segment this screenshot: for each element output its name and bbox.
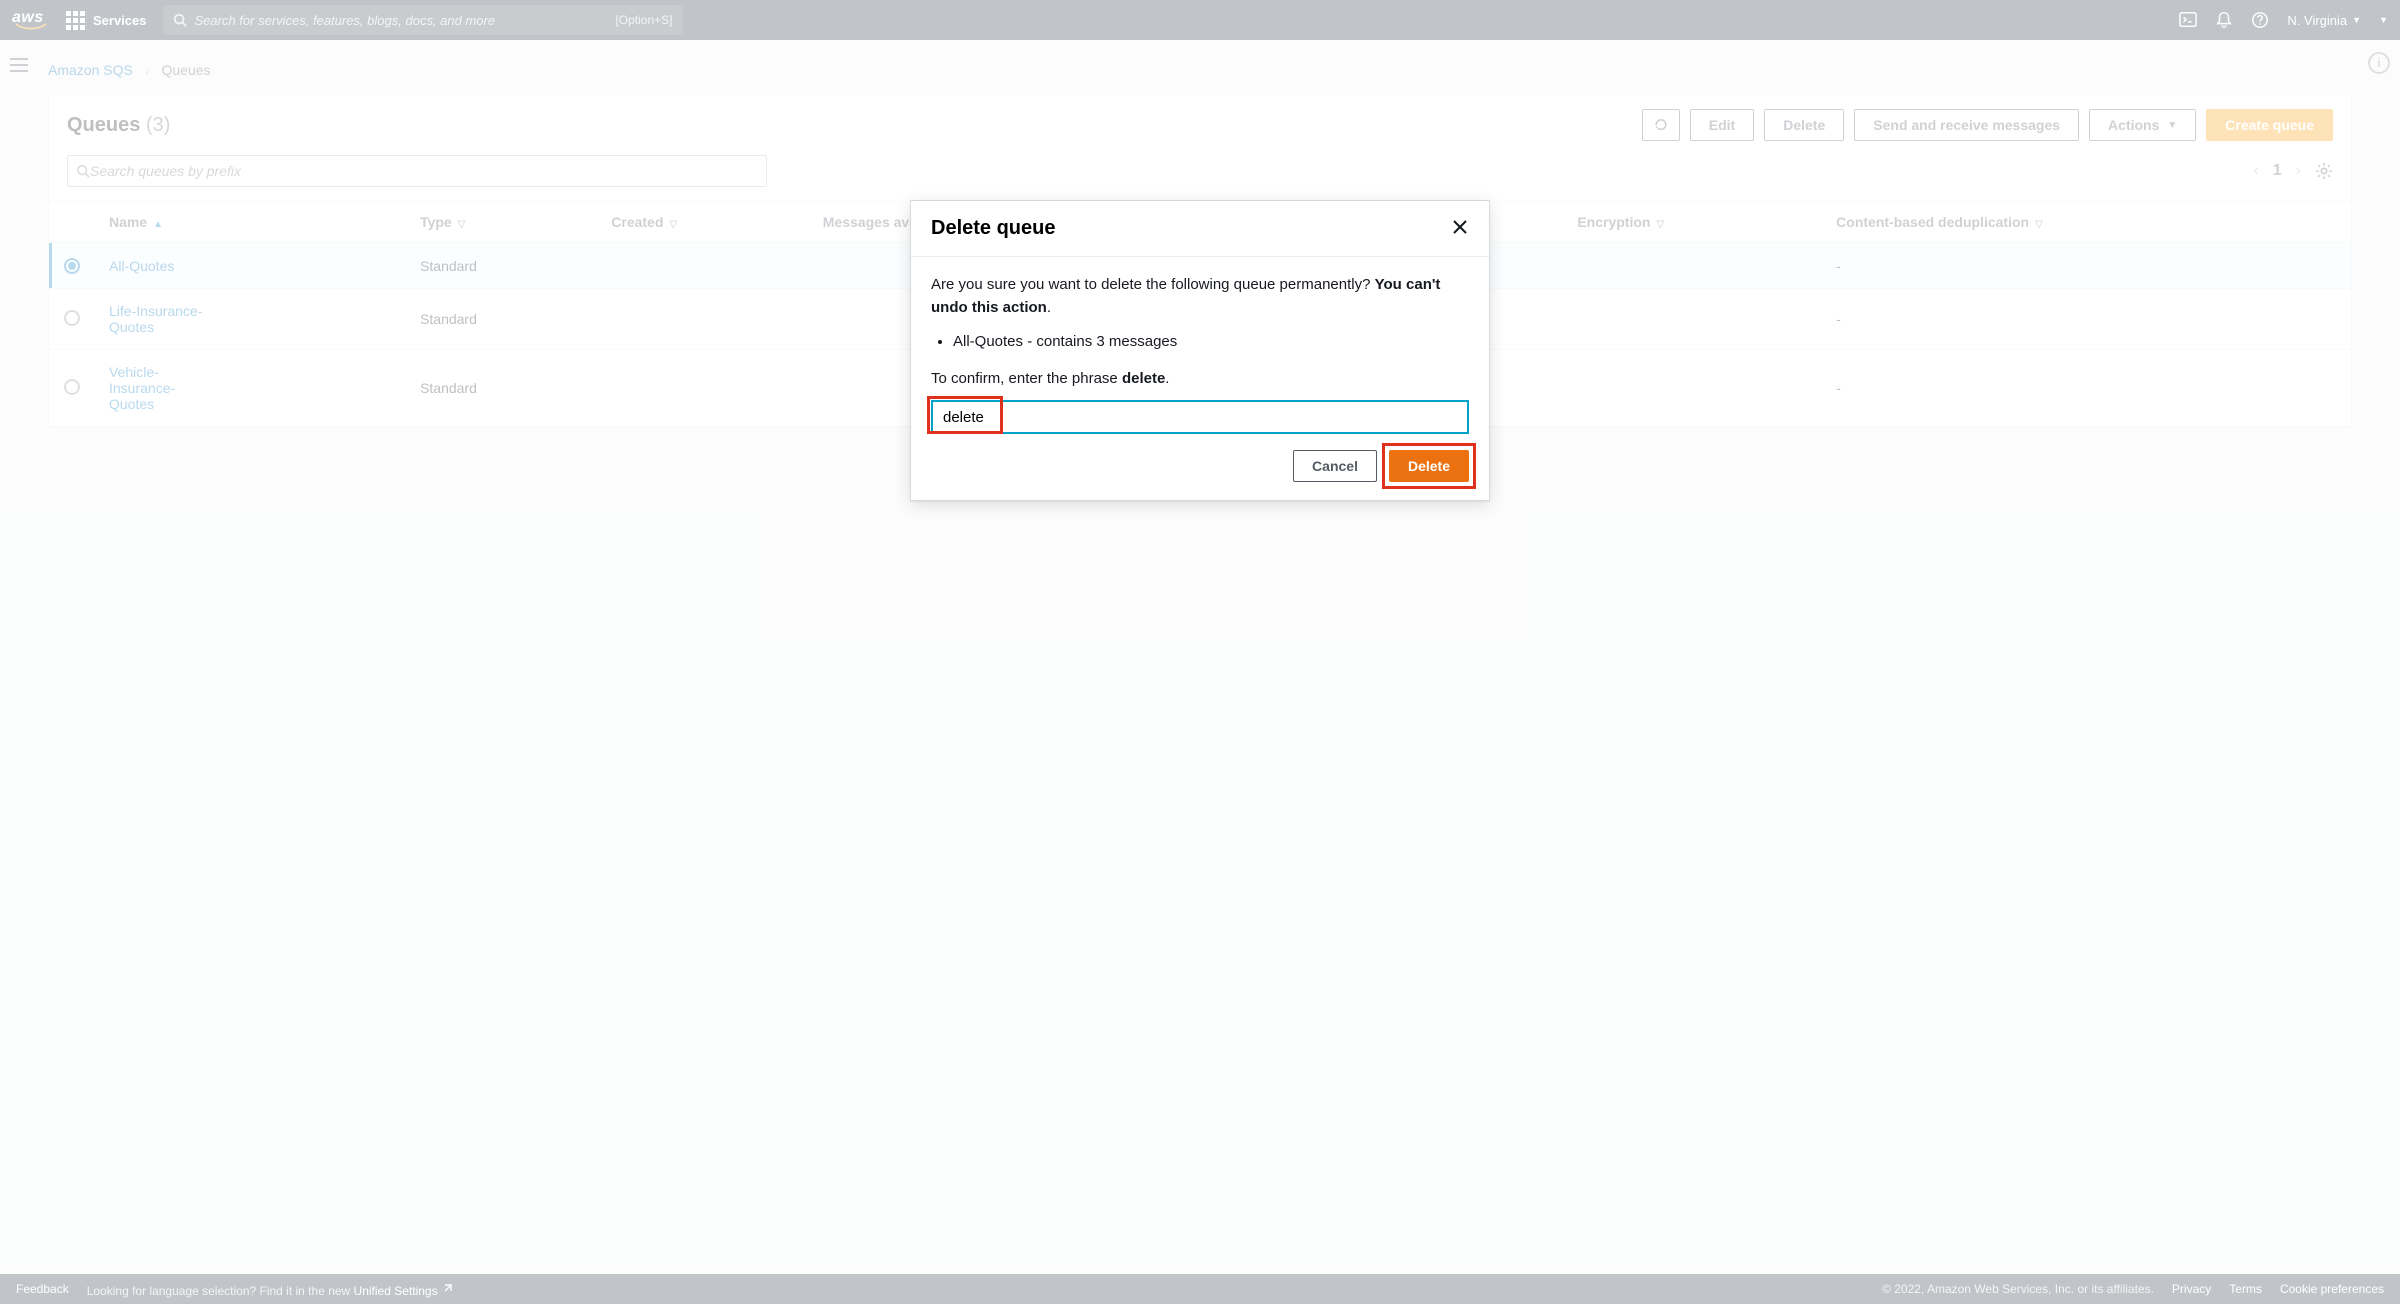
delete-queue-modal: Delete queue Are you sure you want to de…: [910, 200, 1490, 501]
modal-delete-button[interactable]: Delete: [1389, 450, 1469, 482]
confirm-delete-input[interactable]: [931, 400, 1469, 434]
modal-confirm-instruction: To confirm, enter the phrase delete.: [931, 367, 1469, 390]
close-icon: [1451, 218, 1469, 236]
modal-title: Delete queue: [931, 217, 1055, 240]
modal-close-button[interactable]: [1451, 218, 1469, 239]
modal-backdrop: [0, 0, 2400, 1304]
modal-queue-item: All-Quotes - contains 3 messages: [953, 330, 1469, 353]
modal-warning-text: Are you sure you want to delete the foll…: [931, 273, 1469, 320]
modal-cancel-button[interactable]: Cancel: [1293, 450, 1377, 482]
